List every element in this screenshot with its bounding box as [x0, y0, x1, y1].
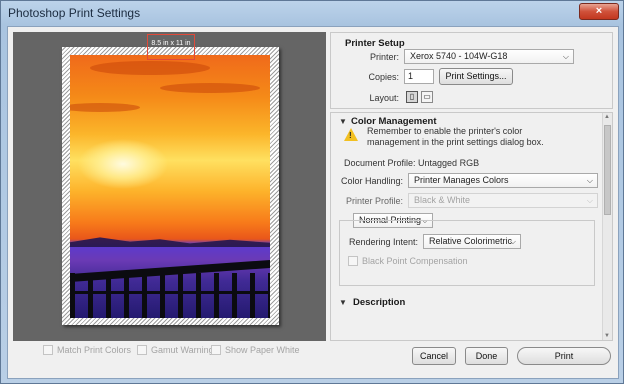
printer-profile-select[interactable]: Black & White ⌵ — [408, 193, 598, 208]
chevron-down-icon: ⌵ — [586, 176, 593, 185]
title-bar[interactable]: Photoshop Print Settings × — [1, 1, 624, 25]
printer-setup-panel: Printer Setup Printer: Xerox 5740 - 104W… — [330, 32, 613, 109]
description-heading[interactable]: Description — [353, 297, 405, 308]
printing-options-group — [339, 220, 595, 286]
color-management-note: Remember to enable the printer's color m… — [367, 126, 544, 147]
print-settings-button[interactable]: Print Settings... — [439, 68, 513, 85]
black-point-compensation-option[interactable]: Black Point Compensation — [348, 256, 468, 266]
color-handling-label: Color Handling: — [340, 176, 403, 186]
paper-size-label: 8.5 in x 11 in — [151, 40, 191, 47]
chevron-down-icon: ⌵ — [562, 52, 569, 61]
paper-preview — [62, 47, 279, 325]
checkbox[interactable] — [348, 256, 358, 266]
layout-label: Layout: — [369, 93, 399, 103]
checkbox[interactable] — [137, 345, 147, 355]
landscape-layout-icon[interactable]: ▭ — [421, 91, 433, 103]
portrait-layout-icon[interactable]: ▯ — [406, 91, 418, 103]
preview-image[interactable] — [70, 55, 270, 318]
scroll-down-icon[interactable]: ▼ — [604, 333, 610, 339]
paper-size-highlight: 8.5 in x 11 in — [147, 34, 195, 60]
chevron-down-icon: ⌵ — [509, 237, 516, 246]
checkbox[interactable] — [43, 345, 53, 355]
disclosure-triangle-icon[interactable]: ▼ — [339, 117, 347, 126]
document-profile: Document Profile: Untagged RGB — [344, 158, 480, 168]
printer-profile-label: Printer Profile: — [345, 196, 403, 206]
rendering-intent-label: Rendering Intent: — [348, 237, 418, 247]
color-handling-select[interactable]: Printer Manages Colors ⌵ — [408, 173, 598, 188]
scroll-up-icon[interactable]: ▲ — [604, 114, 610, 120]
printer-select[interactable]: Xerox 5740 - 104W-G18 ⌵ — [404, 49, 574, 64]
show-paper-white-option[interactable]: Show Paper White — [211, 345, 300, 355]
copies-label: Copies: — [368, 72, 399, 82]
gamut-warning-option[interactable]: Gamut Warning — [137, 345, 214, 355]
printer-label: Printer: — [369, 52, 399, 62]
print-preview: 8.5 in x 11 in — [13, 32, 326, 341]
chevron-down-icon: ⌵ — [586, 196, 593, 205]
hills — [70, 237, 270, 247]
copies-input[interactable]: 1 — [404, 69, 434, 84]
color-management-panel: ▼ Color Management ! Remember to enable … — [330, 112, 613, 341]
rendering-intent-select[interactable]: Relative Colorimetric ⌵ — [423, 234, 521, 249]
scroll-thumb[interactable] — [604, 125, 611, 215]
close-button[interactable]: × — [579, 3, 619, 20]
match-print-colors-option[interactable]: Match Print Colors — [43, 345, 131, 355]
dialog-body: 8.5 in x 11 in Match Print Colors Gamut … — [7, 26, 619, 379]
window-title: Photoshop Print Settings — [8, 6, 141, 20]
sun — [78, 139, 168, 189]
pier-posts — [70, 273, 270, 318]
done-button[interactable]: Done — [465, 347, 508, 365]
print-button[interactable]: Print — [517, 347, 611, 365]
disclosure-triangle-icon[interactable]: ▼ — [339, 298, 347, 307]
cancel-button[interactable]: Cancel — [412, 347, 456, 365]
printer-setup-heading: Printer Setup — [345, 38, 405, 49]
dialog-window: Photoshop Print Settings × 8.5 in x 11 i… — [0, 0, 624, 384]
checkbox[interactable] — [211, 345, 221, 355]
panel-scrollbar[interactable]: ▲ ▼ — [602, 113, 612, 340]
